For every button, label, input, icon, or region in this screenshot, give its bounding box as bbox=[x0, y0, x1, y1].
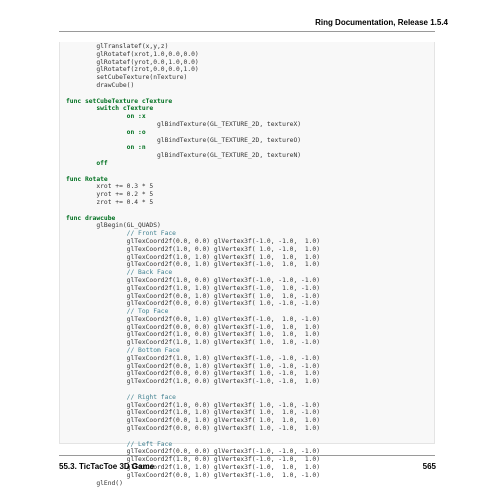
footer-divider bbox=[59, 455, 435, 456]
code-line: glBindTexture(GL_TEXTURE_2D, textureX) bbox=[66, 120, 302, 128]
code-line: glTexCoord2f(0.0, 1.0) glVertex3f(-1.0, … bbox=[66, 261, 321, 269]
code-line: // Top Face bbox=[66, 308, 169, 316]
footer-page-number: 565 bbox=[422, 462, 436, 471]
code-line: glTexCoord2f(1.0, 0.0) glVertex3f( 1.0, … bbox=[66, 401, 321, 409]
code-line: glRotatef(zrot,0.0,0.0,1.0) bbox=[66, 66, 199, 74]
code-line: setCubeTexture(nTexture) bbox=[66, 74, 188, 82]
code-line: yrot += 0.2 * 5 bbox=[66, 191, 154, 199]
code-line: glTexCoord2f(1.0, 0.0) glVertex3f( 1.0, … bbox=[66, 245, 321, 253]
code-line: off bbox=[66, 159, 108, 167]
code-line: on :o bbox=[66, 128, 146, 136]
code-line: glTexCoord2f(0.0, 1.0) glVertex3f( 1.0, … bbox=[66, 362, 321, 370]
code-line: func Rotate bbox=[66, 175, 108, 183]
code-block: glTranslatef(x,y,z) glRotatef(xrot,1.0,0… bbox=[59, 42, 435, 487]
code-line: glTexCoord2f(0.0, 0.0) glVertex3f( 1.0, … bbox=[66, 425, 321, 433]
code-line: zrot += 0.4 * 5 bbox=[66, 198, 154, 206]
code-line: glTexCoord2f(0.0, 1.0) glVertex3f(-1.0, … bbox=[66, 471, 321, 479]
code-line: // Bottom Face bbox=[66, 347, 180, 355]
code-line: // Left Face bbox=[66, 440, 173, 448]
code-line: // Right face bbox=[66, 393, 176, 401]
code-line: on :n bbox=[66, 144, 146, 152]
code-line: switch cTexture bbox=[66, 105, 154, 113]
code-line: glRotatef(xrot,1.0,0.0,0.0) bbox=[66, 50, 199, 58]
code-line: glBegin(GL_QUADS) bbox=[66, 222, 161, 230]
code-line: glTexCoord2f(0.0, 1.0) glVertex3f( 1.0, … bbox=[66, 417, 321, 425]
header-divider bbox=[59, 31, 435, 32]
code-line: // Front Face bbox=[66, 230, 176, 238]
code-line: glTexCoord2f(0.0, 0.0) glVertex3f(-1.0, … bbox=[66, 237, 321, 245]
code-line: xrot += 0.3 * 5 bbox=[66, 183, 154, 191]
code-line: glTexCoord2f(1.0, 1.0) glVertex3f( 1.0, … bbox=[66, 409, 321, 417]
code-line: on :x bbox=[66, 113, 146, 121]
code-line: glTexCoord2f(0.0, 1.0) glVertex3f( 1.0, … bbox=[66, 292, 321, 300]
code-line: glTexCoord2f(0.0, 0.0) glVertex3f( 1.0, … bbox=[66, 370, 321, 378]
code-line: glRotatef(yrot,0.0,1.0,0.0) bbox=[66, 58, 199, 66]
running-header-title: Ring Documentation, Release 1.5.4 bbox=[315, 18, 448, 27]
code-line: func drawcube bbox=[66, 214, 116, 222]
code-line: glTexCoord2f(0.0, 0.0) glVertex3f(-1.0, … bbox=[66, 323, 321, 331]
code-line: glBindTexture(GL_TEXTURE_2D, textureO) bbox=[66, 136, 302, 144]
code-line: glTexCoord2f(0.0, 1.0) glVertex3f(-1.0, … bbox=[66, 315, 321, 323]
code-line: glEnd() bbox=[66, 479, 123, 487]
code-line: glTexCoord2f(1.0, 1.0) glVertex3f( 1.0, … bbox=[66, 253, 321, 261]
code-line: glTexCoord2f(1.0, 0.0) glVertex3f(-1.0, … bbox=[66, 378, 321, 386]
code-line: glBindTexture(GL_TEXTURE_2D, textureN) bbox=[66, 152, 302, 160]
footer-section-title: 55.3. TicTacToe 3D Game bbox=[59, 462, 155, 471]
code-line: drawCube() bbox=[66, 81, 135, 89]
code-line: glTranslatef(x,y,z) bbox=[66, 43, 169, 50]
code-line: glTexCoord2f(1.0, 1.0) glVertex3f( 1.0, … bbox=[66, 339, 321, 347]
code-line: glTexCoord2f(0.0, 0.0) glVertex3f( 1.0, … bbox=[66, 300, 321, 308]
code-lines: glTranslatef(x,y,z) glRotatef(xrot,1.0,0… bbox=[66, 43, 320, 487]
code-line: // Back Face bbox=[66, 269, 173, 277]
code-line: glTexCoord2f(1.0, 0.0) glVertex3f(-1.0, … bbox=[66, 276, 321, 284]
code-line: glTexCoord2f(1.0, 0.0) glVertex3f( 1.0, … bbox=[66, 331, 321, 339]
code-line: glTexCoord2f(1.0, 1.0) glVertex3f(-1.0, … bbox=[66, 284, 321, 292]
code-line: glTexCoord2f(1.0, 1.0) glVertex3f(-1.0, … bbox=[66, 354, 321, 362]
